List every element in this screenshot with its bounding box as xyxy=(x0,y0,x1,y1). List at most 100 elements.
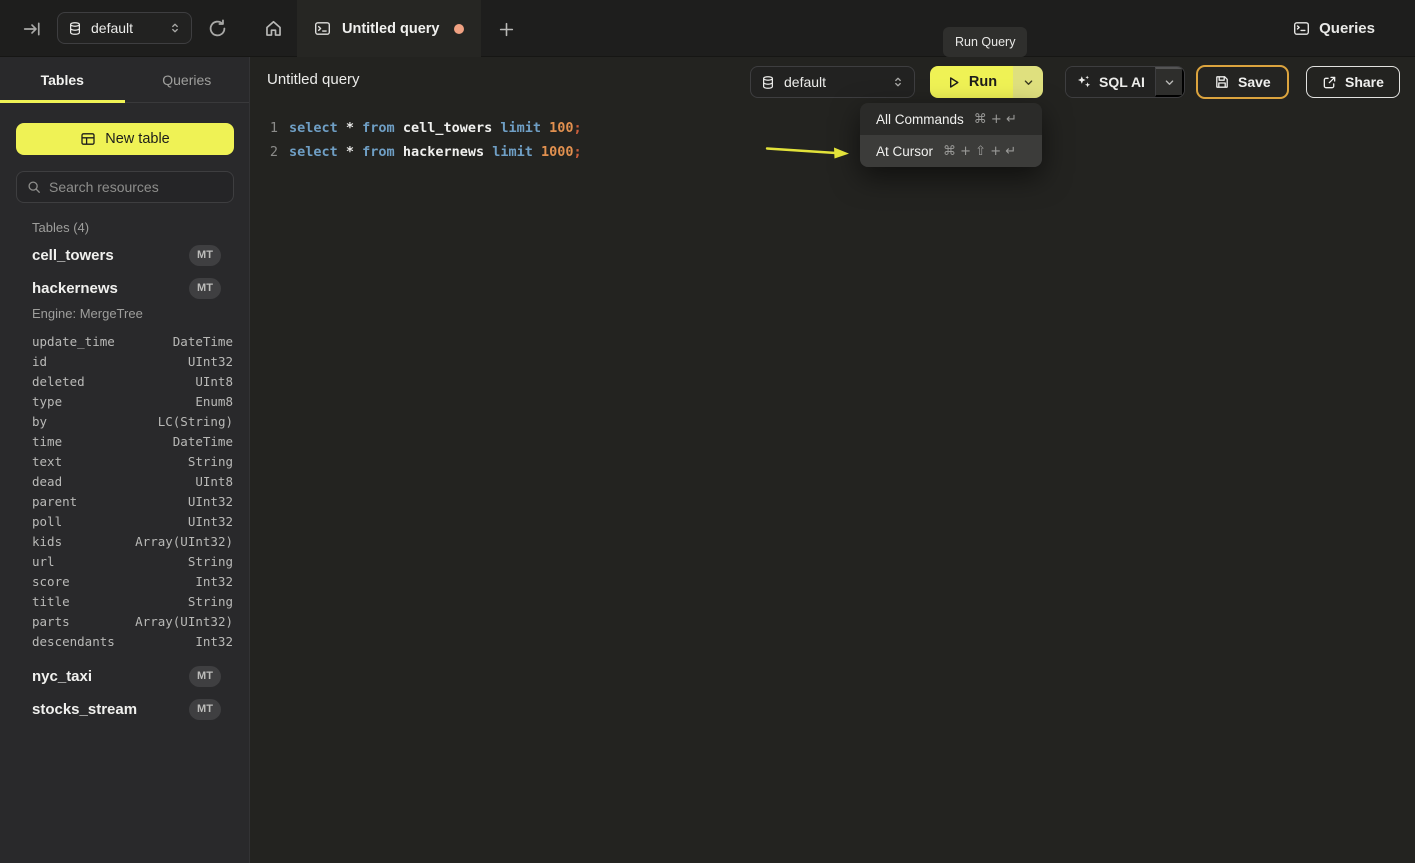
column-name: time xyxy=(32,434,62,449)
column-type: UInt32 xyxy=(188,494,233,509)
column-row[interactable]: descendantsInt32 xyxy=(32,631,233,651)
code-token: limit xyxy=(492,144,541,160)
column-row[interactable]: time DateTime xyxy=(32,431,233,451)
collapse-sidebar-button[interactable] xyxy=(22,19,41,38)
engine-badge: MT xyxy=(189,245,221,266)
column-name: update_time xyxy=(32,334,115,349)
code-token: 100 xyxy=(549,120,573,136)
new-tab-button[interactable] xyxy=(497,20,515,38)
home-icon xyxy=(264,19,283,38)
engine-badge: MT xyxy=(189,666,221,687)
menu-item-all-commands[interactable]: All Commands ⌘ + ↵ xyxy=(860,103,1042,135)
sidebar-tabs: Tables Queries xyxy=(0,57,249,103)
column-type: DateTime xyxy=(173,334,233,349)
code-token: cell_towers xyxy=(403,120,501,136)
column-row[interactable]: idUInt32 xyxy=(32,351,233,371)
column-row[interactable]: typeEnum8 xyxy=(32,391,233,411)
menu-item-shortcut: ⌘ + ⇧ + ↵ xyxy=(943,144,1016,159)
unsaved-indicator-dot xyxy=(454,24,464,34)
table-row-cell-towers[interactable]: cell_towers MT xyxy=(16,243,234,267)
new-table-button[interactable]: New table xyxy=(16,123,234,155)
search-resources-input[interactable] xyxy=(49,179,223,195)
engine-badge: MT xyxy=(189,278,221,299)
database-selector-topbar[interactable]: default xyxy=(57,12,192,44)
code-token: ; xyxy=(574,144,582,160)
column-row[interactable]: score Int32 xyxy=(32,571,233,591)
column-name: score xyxy=(32,574,70,589)
code-token: hackernews xyxy=(403,144,492,160)
save-button[interactable]: Save xyxy=(1196,65,1289,99)
column-type: String xyxy=(188,454,233,469)
hackernews-columns-list: update_timeDateTimeidUInt32deletedUInt8t… xyxy=(32,331,233,651)
column-type: Int32 xyxy=(195,634,233,649)
search-resources-box xyxy=(16,171,234,203)
column-name: by xyxy=(32,414,47,429)
code-token: * xyxy=(346,144,362,160)
chevron-down-icon xyxy=(1023,77,1034,88)
column-row[interactable]: partsArray(UInt32) xyxy=(32,611,233,631)
sidebar-tab-tables-label: Tables xyxy=(41,72,84,88)
column-row[interactable]: titleString xyxy=(32,591,233,611)
column-row[interactable]: poll UInt32 xyxy=(32,511,233,531)
column-type: UInt32 xyxy=(188,514,233,529)
menu-item-at-cursor[interactable]: At Cursor⌘ + ⇧ + ↵ xyxy=(860,135,1042,167)
query-toolbar: Untitled query default Run xyxy=(250,57,1415,107)
share-button[interactable]: Share xyxy=(1306,66,1400,98)
column-row[interactable]: kidsArray(UInt32) xyxy=(32,531,233,551)
column-name: dead xyxy=(32,474,62,489)
sparkles-icon xyxy=(1076,74,1092,90)
sidebar-tab-queries-label: Queries xyxy=(162,72,211,88)
sidebar: Tables Queries New table Tables (4) cell… xyxy=(0,57,250,863)
column-type: LC(String) xyxy=(158,414,233,429)
column-row[interactable]: parentUInt32 xyxy=(32,491,233,511)
sql-ai-split-button: SQL AI xyxy=(1065,66,1185,98)
table-row-nyc-taxi[interactable]: nyc_taxi MT xyxy=(16,664,234,688)
run-button[interactable]: Run xyxy=(930,66,1013,98)
column-name: parts xyxy=(32,614,70,629)
queries-button[interactable]: Queries xyxy=(1293,0,1375,57)
code-line: 1select * from cell_towers limit 100; xyxy=(250,116,1415,140)
column-type: UInt8 xyxy=(195,374,233,389)
database-selector-toolbar[interactable]: default xyxy=(750,66,915,98)
run-split-button: Run xyxy=(930,66,1043,98)
column-row[interactable]: by LC(String) xyxy=(32,411,233,431)
top-bar: default Untitled query xyxy=(0,0,1415,57)
code-token: select xyxy=(289,144,346,160)
annotation-arrow xyxy=(764,140,856,162)
column-row[interactable]: textString xyxy=(32,451,233,471)
home-button[interactable] xyxy=(263,18,283,38)
menu-item-shortcut: ⌘ + ↵ xyxy=(974,112,1017,127)
sql-editor[interactable]: 1select * from cell_towers limit 100; 2 se… xyxy=(250,107,1415,863)
sql-ai-button[interactable]: SQL AI xyxy=(1066,67,1155,97)
column-name: poll xyxy=(32,514,62,529)
floppy-save-icon xyxy=(1214,74,1230,90)
chevrons-up-down-icon xyxy=(892,75,904,89)
code-token: ; xyxy=(574,120,582,136)
search-icon xyxy=(27,180,41,194)
table-row-hackernews[interactable]: hackernews MT xyxy=(16,276,234,300)
refresh-button[interactable] xyxy=(207,18,227,38)
plus-icon xyxy=(498,21,515,38)
column-row[interactable]: update_time DateTime xyxy=(32,331,233,351)
sidebar-tab-queries[interactable]: Queries xyxy=(125,57,250,102)
table-name: hackernews xyxy=(16,280,118,297)
run-query-tooltip: Run Query xyxy=(943,27,1027,57)
menu-item-label: All Commands xyxy=(876,112,964,127)
column-row[interactable]: deadUInt8 xyxy=(32,471,233,491)
column-type: Int32 xyxy=(195,574,233,589)
play-icon xyxy=(946,75,961,90)
engine-badge: MT xyxy=(189,699,221,720)
sql-ai-options-button[interactable] xyxy=(1155,67,1184,97)
code-text: select * from hackernews limit 1000; xyxy=(289,144,582,160)
sidebar-tab-tables[interactable]: Tables xyxy=(0,57,125,102)
column-name: title xyxy=(32,594,70,609)
column-row[interactable]: urlString xyxy=(32,551,233,571)
line-number: 2 xyxy=(262,144,278,160)
tab-untitled-query[interactable]: Untitled query xyxy=(297,0,481,57)
run-options-button[interactable] xyxy=(1013,66,1043,98)
database-icon xyxy=(761,75,775,90)
table-row-stocks-stream[interactable]: stocks_stream MT xyxy=(16,697,234,721)
code-token: 1000 xyxy=(541,144,574,160)
column-type: DateTime xyxy=(173,434,233,449)
column-row[interactable]: deletedUInt8 xyxy=(32,371,233,391)
